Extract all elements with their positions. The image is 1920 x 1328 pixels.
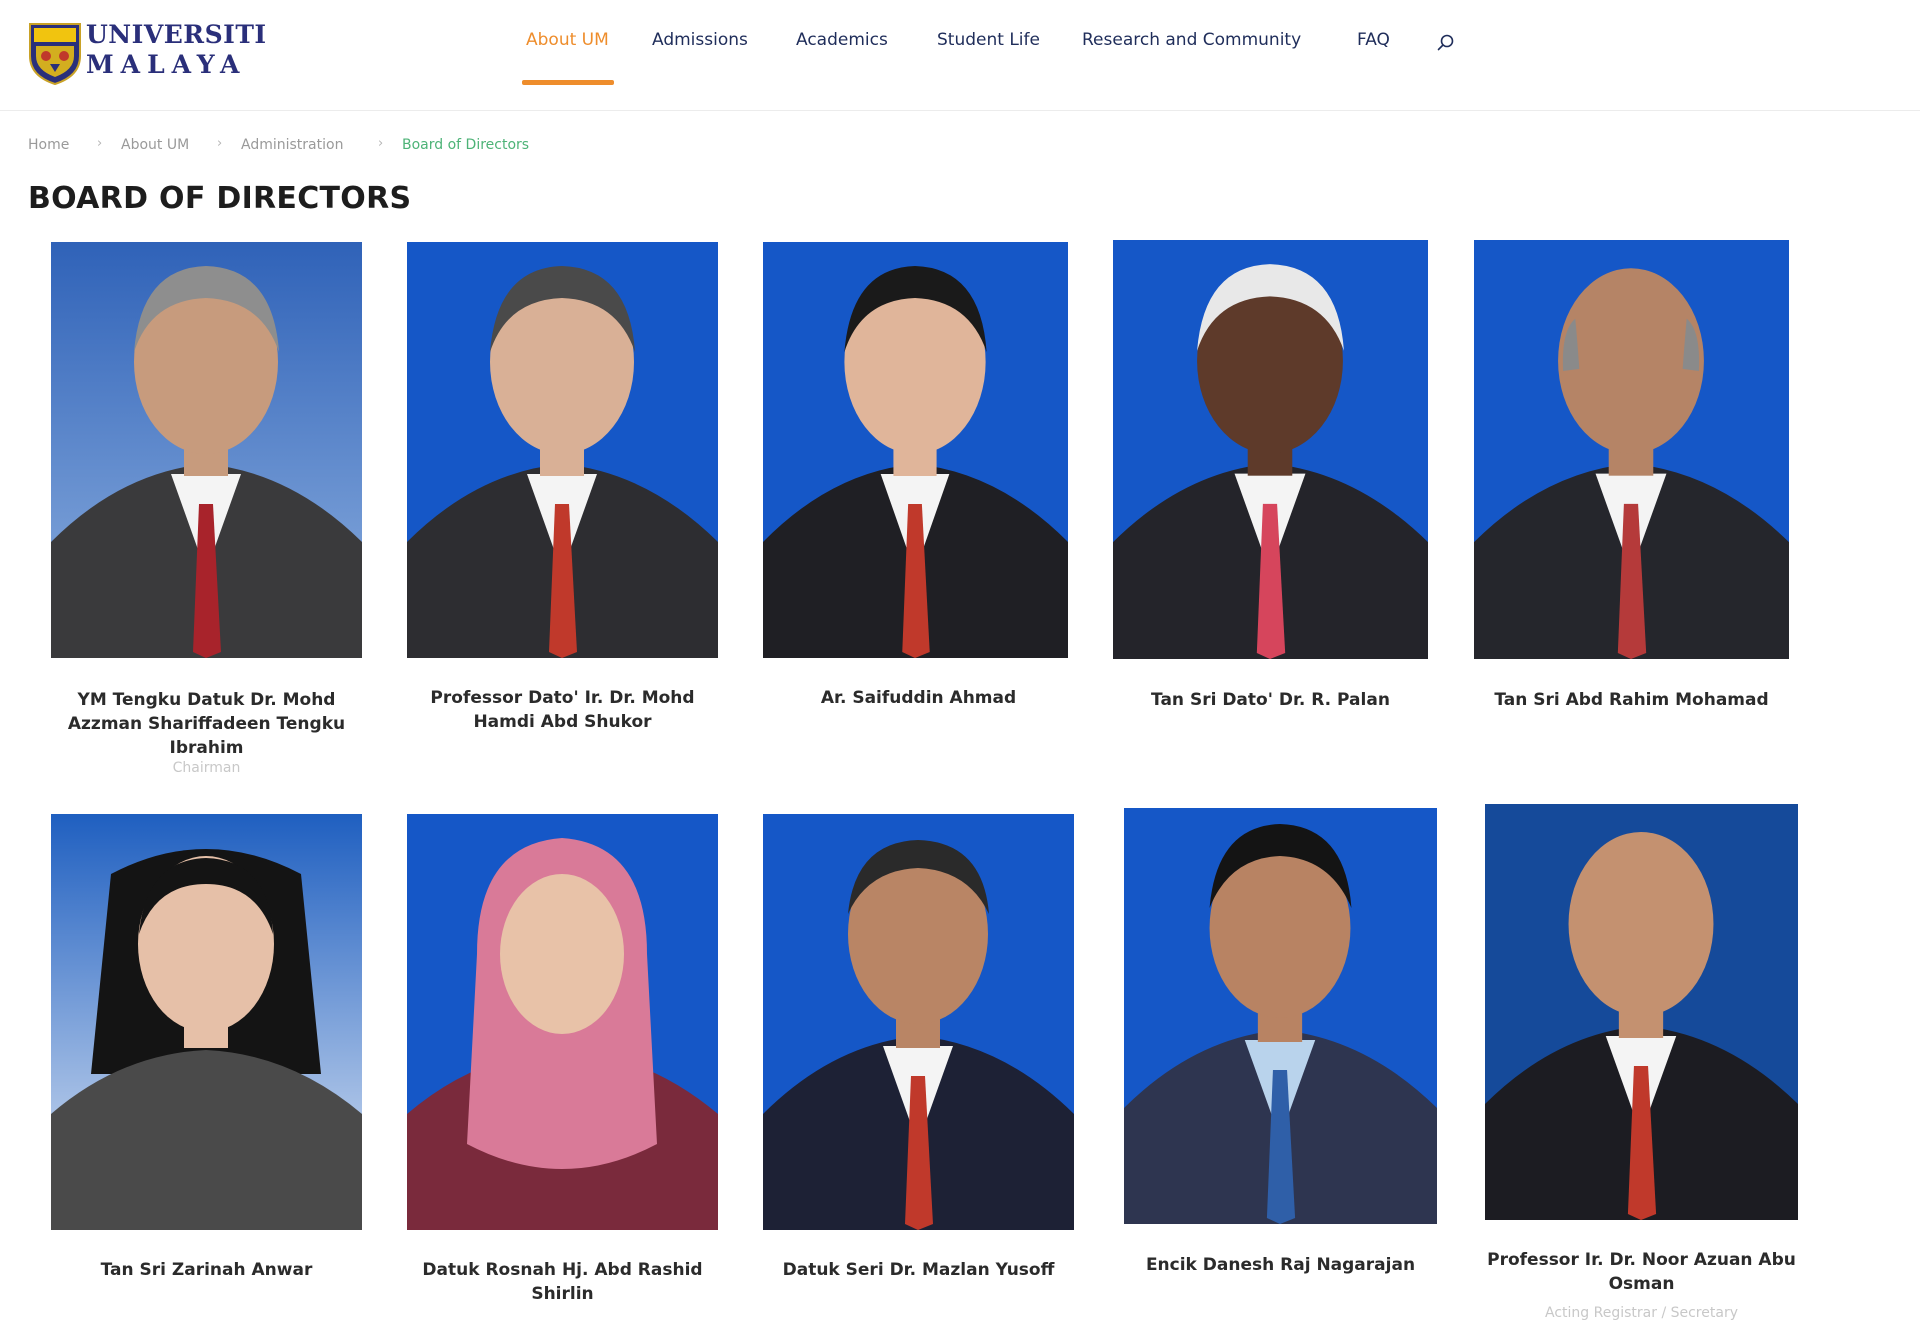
site-header: UNIVERSITI MALAYA About UM Admissions Ac…	[0, 0, 1920, 111]
member-photo-8	[763, 814, 1074, 1230]
member-name-1: YM Tengku Datuk Dr. Mohd Azzman Shariffa…	[67, 690, 346, 758]
nav-about-um[interactable]: About UM	[526, 30, 609, 50]
member-name-6: Tan Sri Zarinah Anwar	[100, 1260, 313, 1280]
breadcrumb-separator: ›	[217, 136, 223, 151]
member-photo-10	[1485, 804, 1798, 1220]
member-photo-2	[407, 242, 718, 658]
member-name-4: Tan Sri Dato' Dr. R. Palan	[1151, 690, 1390, 710]
breadcrumb-administration[interactable]: Administration	[241, 137, 343, 153]
logo-wordmark-line1: UNIVERSITI	[86, 20, 267, 49]
member-photo-6	[51, 814, 362, 1230]
member-role-1: Chairman	[172, 760, 241, 776]
nav-admissions[interactable]: Admissions	[652, 30, 748, 50]
breadcrumb-home[interactable]: Home	[28, 137, 69, 153]
breadcrumb-separator: ›	[97, 136, 103, 151]
nav-academics[interactable]: Academics	[796, 30, 888, 50]
member-name-9: Encik Danesh Raj Nagarajan	[1145, 1255, 1416, 1275]
page-title: BOARD OF DIRECTORS	[28, 181, 412, 216]
breadcrumb-board-of-directors: Board of Directors	[402, 137, 530, 153]
search-icon[interactable]	[1436, 33, 1456, 53]
member-name-8: Datuk Seri Dr. Mazlan Yusoff	[782, 1260, 1055, 1280]
member-name-7: Datuk Rosnah Hj. Abd Rashid Shirlin	[422, 1260, 703, 1304]
member-photo-1	[51, 242, 362, 658]
nav-research-and-community[interactable]: Research and Community	[1082, 30, 1301, 50]
member-name-3: Ar. Saifuddin Ahmad	[820, 688, 1017, 708]
logo-wordmark-line2: MALAYA	[86, 50, 247, 79]
breadcrumb-separator: ›	[378, 136, 384, 151]
member-role-10: Acting Registrar / Secretary	[1545, 1305, 1738, 1321]
breadcrumb-about-um[interactable]: About UM	[121, 137, 189, 153]
member-name-5: Tan Sri Abd Rahim Mohamad	[1494, 690, 1769, 710]
nav-faq[interactable]: FAQ	[1357, 30, 1390, 50]
member-photo-7	[407, 814, 718, 1230]
member-photo-4	[1113, 240, 1428, 659]
nav-active-underline	[522, 80, 614, 85]
member-name-2: Professor Dato' Ir. Dr. Mohd Hamdi Abd S…	[430, 688, 695, 732]
member-photo-5	[1474, 240, 1789, 659]
member-name-10: Professor Ir. Dr. Noor Azuan Abu Osman	[1487, 1250, 1796, 1294]
nav-student-life[interactable]: Student Life	[937, 30, 1040, 50]
crest-icon	[29, 23, 81, 86]
member-photo-9	[1124, 808, 1437, 1224]
member-photo-3	[763, 242, 1068, 658]
universiti-malaya-logo[interactable]: UNIVERSITI MALAYA	[28, 18, 266, 88]
